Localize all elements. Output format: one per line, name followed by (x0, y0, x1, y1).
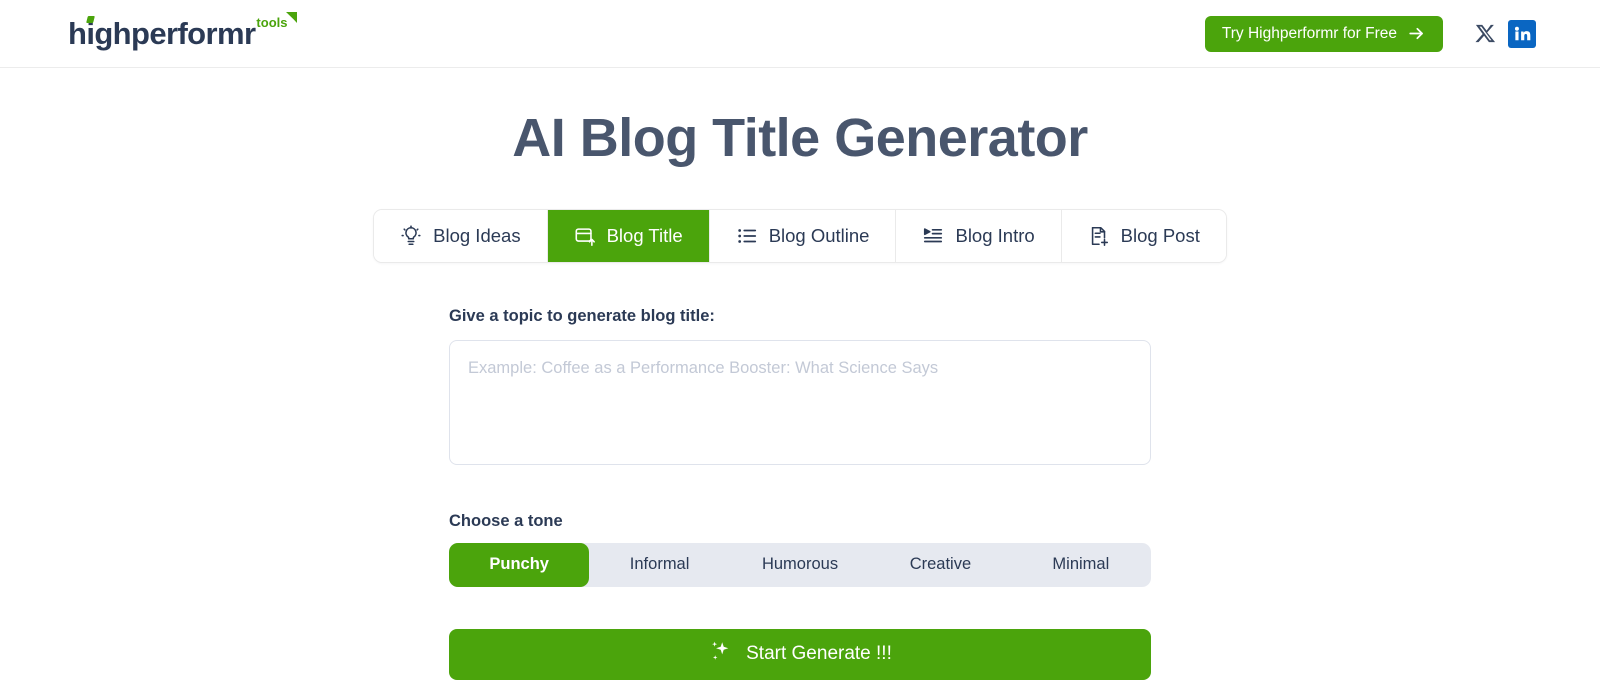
cta-label: Try Highperformr for Free (1221, 24, 1397, 42)
logo-tools-label: tools (256, 12, 298, 30)
x-glyph (1474, 24, 1495, 43)
intro-lines-icon (922, 225, 944, 247)
lightbulb-icon (400, 225, 422, 247)
tab-blog-ideas[interactable]: Blog Ideas (374, 209, 548, 262)
tab-label: Blog Outline (768, 224, 870, 246)
linkedin-glyph (1514, 26, 1530, 41)
tone-label: Choose a tone (449, 511, 563, 530)
header-actions: Try Highperformr for Free (1204, 15, 1536, 52)
generate-label: Start Generate !!! (746, 643, 892, 665)
card-upload-icon (574, 225, 596, 247)
flag-corner-icon (286, 12, 298, 23)
arrow-right-icon (1409, 27, 1423, 40)
tab-label: Blog Intro (955, 224, 1035, 246)
start-generate-button[interactable]: Start Generate !!! (449, 628, 1151, 680)
topic-label: Give a topic to generate blog title: (449, 306, 715, 325)
main-content: AI Blog Title Generator Blog Ideas Blog … (0, 68, 1600, 680)
tab-blog-intro[interactable]: Blog Intro (896, 209, 1062, 262)
tone-option-creative[interactable]: Creative (870, 543, 1010, 587)
page-title: AI Blog Title Generator (512, 108, 1088, 168)
logo-tools-text: tools (256, 15, 288, 30)
tab-blog-outline[interactable]: Blog Outline (709, 209, 897, 262)
tab-label: Blog Title (606, 224, 683, 246)
generator-form: Give a topic to generate blog title: Cho… (449, 307, 1151, 680)
tab-blog-title[interactable]: Blog Title (547, 209, 710, 262)
sparkles-icon (708, 639, 732, 669)
tone-option-humorous[interactable]: Humorous (730, 543, 870, 587)
linkedin-icon[interactable] (1508, 19, 1536, 48)
tone-option-minimal[interactable]: Minimal (1011, 543, 1151, 587)
tab-blog-post[interactable]: Blog Post (1061, 209, 1226, 262)
x-twitter-icon[interactable] (1471, 20, 1499, 48)
tone-option-informal[interactable]: Informal (589, 543, 729, 587)
tone-option-punchy[interactable]: Punchy (449, 542, 590, 587)
try-for-free-button[interactable]: Try Highperformr for Free (1204, 15, 1443, 52)
social-links (1471, 19, 1536, 48)
topic-input[interactable] (449, 339, 1151, 465)
document-plus-icon (1088, 225, 1110, 247)
tone-selector: Punchy Informal Humorous Creative Minima… (449, 542, 1151, 587)
brand-logo[interactable]: highperformr tools (68, 12, 298, 51)
tab-label: Blog Ideas (433, 224, 521, 246)
bulleted-list-icon (736, 225, 758, 247)
tool-tabs: Blog Ideas Blog Title Blog Outline Blog … (373, 208, 1227, 263)
tab-label: Blog Post (1120, 224, 1200, 246)
site-header: highperformr tools Try Highperformr for … (0, 0, 1600, 68)
logo-wordmark: highperformr (68, 16, 256, 51)
